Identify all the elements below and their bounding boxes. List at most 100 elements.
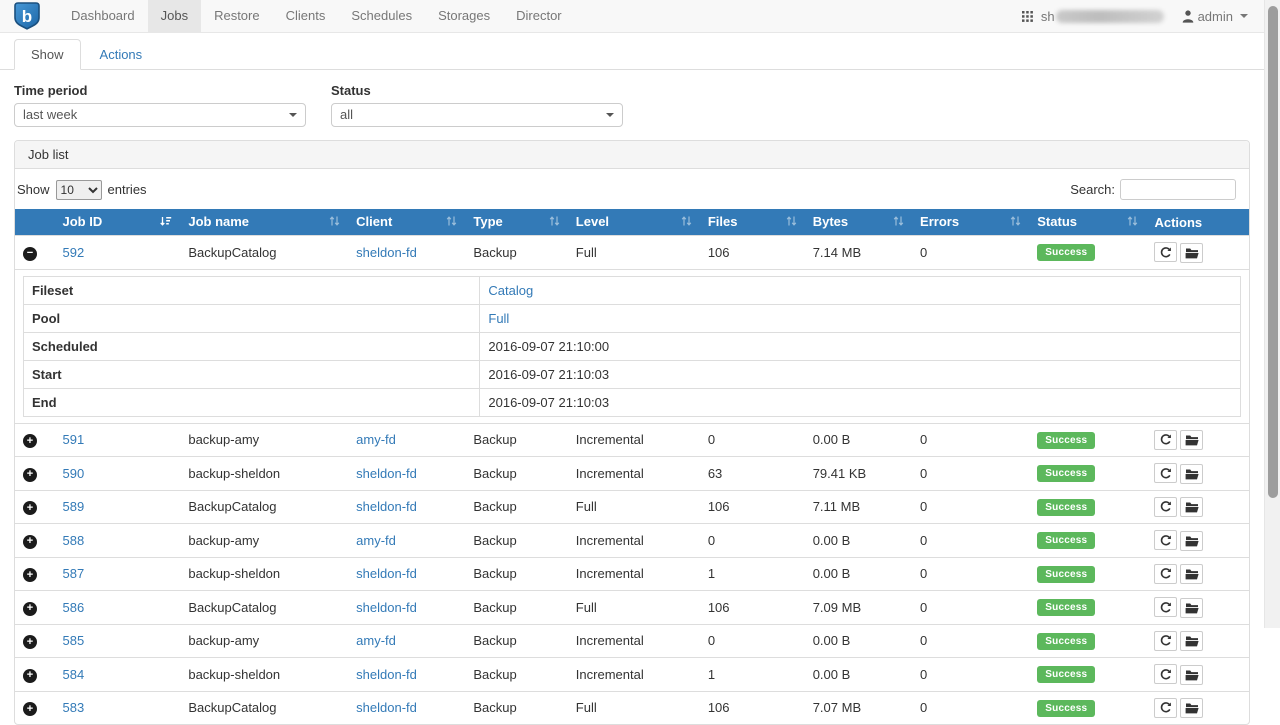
- nav-item-director[interactable]: Director: [503, 0, 575, 32]
- job-files: 106: [708, 499, 730, 514]
- client-link[interactable]: sheldon-fd: [356, 667, 417, 682]
- cell-errors: 0: [912, 658, 1029, 692]
- user-menu[interactable]: admin: [1182, 9, 1248, 24]
- cell-files: 106: [700, 490, 805, 524]
- client-link[interactable]: amy-fd: [356, 432, 396, 447]
- scrollbar-thumb[interactable]: [1268, 6, 1278, 498]
- rerun-job-button[interactable]: [1154, 530, 1177, 550]
- col-client[interactable]: Client: [348, 209, 465, 236]
- entries-select[interactable]: 10: [56, 180, 102, 200]
- job-id-link[interactable]: 585: [62, 633, 84, 648]
- cell-actions: [1146, 624, 1249, 658]
- job-type: Backup: [473, 667, 516, 682]
- job-type: Backup: [473, 600, 516, 615]
- client-link[interactable]: sheldon-fd: [356, 499, 417, 514]
- restore-files-button[interactable]: [1180, 243, 1203, 263]
- status-label: Status: [331, 83, 623, 98]
- job-table-body: − 592 Backup Catalog sheldon-fd Backup Full 106…: [15, 236, 1249, 725]
- detail-value-link[interactable]: Full: [488, 311, 509, 326]
- rerun-job-button[interactable]: [1154, 463, 1177, 483]
- job-id-link[interactable]: 586: [62, 600, 84, 615]
- restore-files-button[interactable]: [1180, 698, 1203, 718]
- collapse-row-icon[interactable]: −: [23, 247, 37, 261]
- job-bytes: 0.00 B: [813, 566, 851, 581]
- restore-files-button[interactable]: [1180, 631, 1203, 651]
- job-id-link[interactable]: 589: [62, 499, 84, 514]
- nav-item-restore[interactable]: Restore: [201, 0, 273, 32]
- client-link[interactable]: sheldon-fd: [356, 600, 417, 615]
- table-row: +584backup-sheldonsheldon-fdBackupIncrem…: [15, 658, 1249, 692]
- nav-item-storages[interactable]: Storages: [425, 0, 503, 32]
- apps-grid-icon[interactable]: [1022, 11, 1033, 22]
- col-job-name[interactable]: Job name: [180, 209, 348, 236]
- rerun-job-button[interactable]: [1154, 564, 1177, 584]
- nav-item-dashboard[interactable]: Dashboard: [58, 0, 148, 32]
- expand-row-icon[interactable]: +: [23, 568, 37, 582]
- restore-files-button[interactable]: [1180, 531, 1203, 551]
- col-level[interactable]: Level: [568, 209, 700, 236]
- restore-files-button[interactable]: [1180, 564, 1203, 584]
- col-bytes[interactable]: Bytes: [805, 209, 912, 236]
- client-link[interactable]: sheldon-fd: [356, 700, 417, 715]
- detail-value-link[interactable]: Catalog: [488, 283, 533, 298]
- job-id-link[interactable]: 588: [62, 533, 84, 548]
- rerun-job-button[interactable]: [1154, 430, 1177, 450]
- client-link[interactable]: sheldon-fd: [356, 245, 417, 260]
- job-id-link[interactable]: 584: [62, 667, 84, 682]
- expand-row-icon[interactable]: +: [23, 602, 37, 616]
- rerun-job-button[interactable]: [1154, 497, 1177, 517]
- detail-label: Scheduled: [24, 332, 480, 360]
- job-id-link[interactable]: 590: [62, 466, 84, 481]
- nav-item-jobs[interactable]: Jobs: [148, 0, 201, 32]
- cell-job-id: 589: [54, 490, 180, 524]
- time-period-select[interactable]: last week: [14, 103, 306, 127]
- rerun-job-button[interactable]: [1154, 664, 1177, 684]
- job-id-link[interactable]: 592: [62, 245, 84, 260]
- restore-files-button[interactable]: [1180, 665, 1203, 685]
- col-job-id[interactable]: Job ID: [54, 209, 180, 236]
- expand-row-icon[interactable]: +: [23, 434, 37, 448]
- cell-status: Success: [1029, 557, 1146, 591]
- status-select[interactable]: all: [331, 103, 623, 127]
- cell-actions: [1146, 236, 1249, 270]
- restore-files-button[interactable]: [1180, 430, 1203, 450]
- cell-expand: +: [15, 524, 54, 558]
- job-files: 0: [708, 432, 715, 447]
- rerun-job-button[interactable]: [1154, 597, 1177, 617]
- client-link[interactable]: amy-fd: [356, 533, 396, 548]
- expand-row-icon[interactable]: +: [23, 702, 37, 716]
- col-errors[interactable]: Errors: [912, 209, 1029, 236]
- col-type[interactable]: Type: [465, 209, 567, 236]
- expand-row-icon[interactable]: +: [23, 468, 37, 482]
- rerun-job-button[interactable]: [1154, 698, 1177, 718]
- job-id-link[interactable]: 591: [62, 432, 84, 447]
- cell-level: Incremental: [568, 557, 700, 591]
- page-scrollbar[interactable]: [1264, 0, 1280, 628]
- expand-row-icon[interactable]: +: [23, 535, 37, 549]
- rerun-job-button[interactable]: [1154, 242, 1177, 262]
- bareos-logo-icon[interactable]: b: [14, 2, 40, 30]
- expand-row-icon[interactable]: +: [23, 635, 37, 649]
- sort-icon: [446, 215, 457, 230]
- job-type: Backup: [473, 533, 516, 548]
- expand-row-icon[interactable]: +: [23, 501, 37, 515]
- client-link[interactable]: amy-fd: [356, 633, 396, 648]
- expand-row-icon[interactable]: +: [23, 669, 37, 683]
- job-id-link[interactable]: 587: [62, 566, 84, 581]
- search-input[interactable]: [1120, 179, 1236, 200]
- cell-client: amy-fd: [348, 624, 465, 658]
- restore-files-button[interactable]: [1180, 598, 1203, 618]
- col-files[interactable]: Files: [700, 209, 805, 236]
- restore-files-button[interactable]: [1180, 464, 1203, 484]
- nav-item-schedules[interactable]: Schedules: [338, 0, 425, 32]
- tab-show[interactable]: Show: [14, 39, 81, 70]
- nav-item-clients[interactable]: Clients: [273, 0, 339, 32]
- client-link[interactable]: sheldon-fd: [356, 466, 417, 481]
- job-id-link[interactable]: 583: [62, 700, 84, 715]
- col-status[interactable]: Status: [1029, 209, 1146, 236]
- tab-actions[interactable]: Actions: [83, 39, 160, 70]
- status-badge: Success: [1037, 566, 1095, 583]
- client-link[interactable]: sheldon-fd: [356, 566, 417, 581]
- rerun-job-button[interactable]: [1154, 631, 1177, 651]
- restore-files-button[interactable]: [1180, 497, 1203, 517]
